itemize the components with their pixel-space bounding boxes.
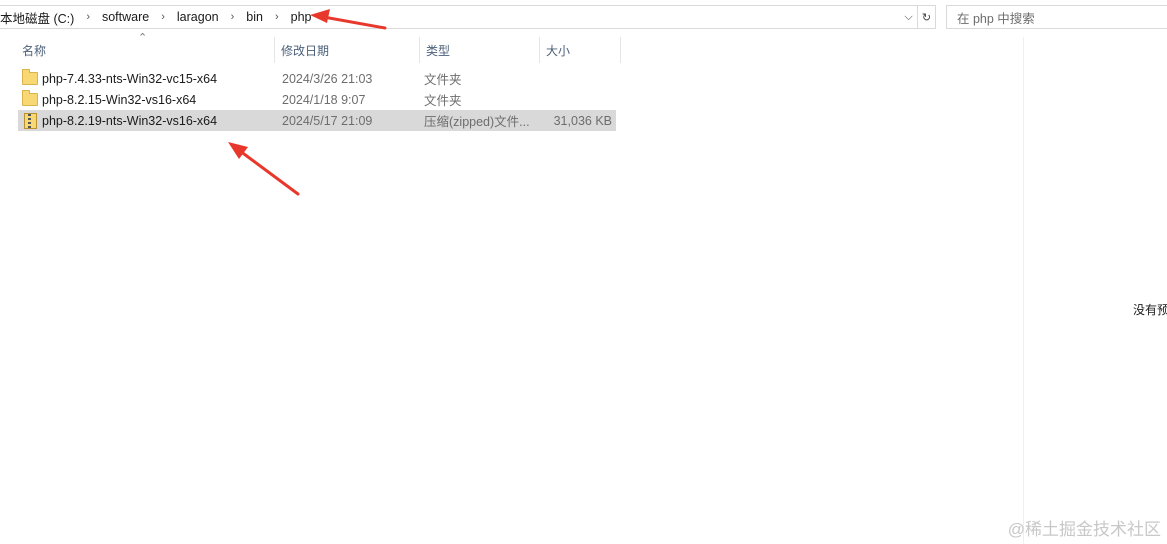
breadcrumb-item-php[interactable]: php	[287, 10, 316, 24]
address-bar[interactable]: 本地磁盘 (C:) › software › laragon › bin › p…	[0, 5, 936, 29]
annotation-arrow-zip-file	[228, 142, 300, 196]
search-placeholder: 在 php 中搜索	[957, 11, 1035, 26]
zip-archive-icon	[18, 112, 42, 129]
column-header-name-label: 名称	[22, 43, 47, 58]
file-name: php-8.2.15-Win32-vs16-x64	[42, 92, 197, 107]
chevron-right-icon[interactable]: ›	[153, 11, 173, 23]
column-header-size[interactable]: 大小	[540, 37, 621, 63]
chevron-right-icon[interactable]: ›	[223, 11, 243, 23]
breadcrumb-item-laragon[interactable]: laragon	[173, 10, 223, 24]
search-input[interactable]: 在 php 中搜索	[946, 5, 1167, 29]
folder-icon	[18, 69, 42, 87]
column-header-size-label: 大小	[546, 43, 571, 58]
file-type: 文件夹	[424, 73, 462, 87]
column-header-name[interactable]: ⌃ 名称	[18, 32, 275, 63]
file-row[interactable]: php-8.2.15-Win32-vs16-x64 2024/1/18 9:07…	[18, 89, 616, 110]
column-header-row: ⌃ 名称 修改日期 类型 大小	[18, 32, 621, 63]
file-date: 2024/1/18 9:07	[282, 92, 366, 107]
preview-pane-message: 没有预	[1133, 303, 1167, 317]
breadcrumb-item-software[interactable]: software	[98, 10, 153, 24]
preview-pane-divider[interactable]	[1023, 37, 1024, 544]
file-type: 文件夹	[424, 94, 462, 108]
refresh-icon[interactable]: ↻	[918, 6, 935, 28]
watermark: @稀土掘金技术社区	[1007, 520, 1161, 539]
column-header-type[interactable]: 类型	[420, 37, 540, 63]
chevron-down-icon[interactable]: ⌵	[900, 6, 917, 28]
file-name: php-7.4.33-nts-Win32-vc15-x64	[42, 71, 218, 86]
chevron-right-icon[interactable]: ›	[78, 11, 98, 23]
file-list: php-7.4.33-nts-Win32-vc15-x64 2024/3/26 …	[18, 68, 616, 131]
file-row[interactable]: php-7.4.33-nts-Win32-vc15-x64 2024/3/26 …	[18, 68, 616, 89]
chevron-right-icon[interactable]: ›	[267, 11, 287, 23]
file-date: 2024/3/26 21:03	[282, 71, 373, 86]
file-size: 31,036 KB	[553, 113, 612, 128]
folder-icon	[18, 90, 42, 108]
sort-ascending-icon: ⌃	[138, 32, 148, 44]
file-date: 2024/5/17 21:09	[282, 113, 373, 128]
column-header-date-label: 修改日期	[281, 43, 330, 58]
column-header-type-label: 类型	[426, 43, 451, 58]
address-controls: ⌵ ↻	[900, 6, 935, 28]
file-name: php-8.2.19-nts-Win32-vs16-x64	[42, 113, 218, 128]
breadcrumb-item-local-disk[interactable]: 本地磁盘 (C:)	[0, 8, 78, 27]
column-header-date[interactable]: 修改日期	[275, 37, 420, 63]
breadcrumb-item-bin[interactable]: bin	[242, 10, 267, 24]
file-type: 压缩(zipped)文件...	[424, 115, 530, 129]
file-row-selected[interactable]: php-8.2.19-nts-Win32-vs16-x64 2024/5/17 …	[18, 110, 616, 131]
